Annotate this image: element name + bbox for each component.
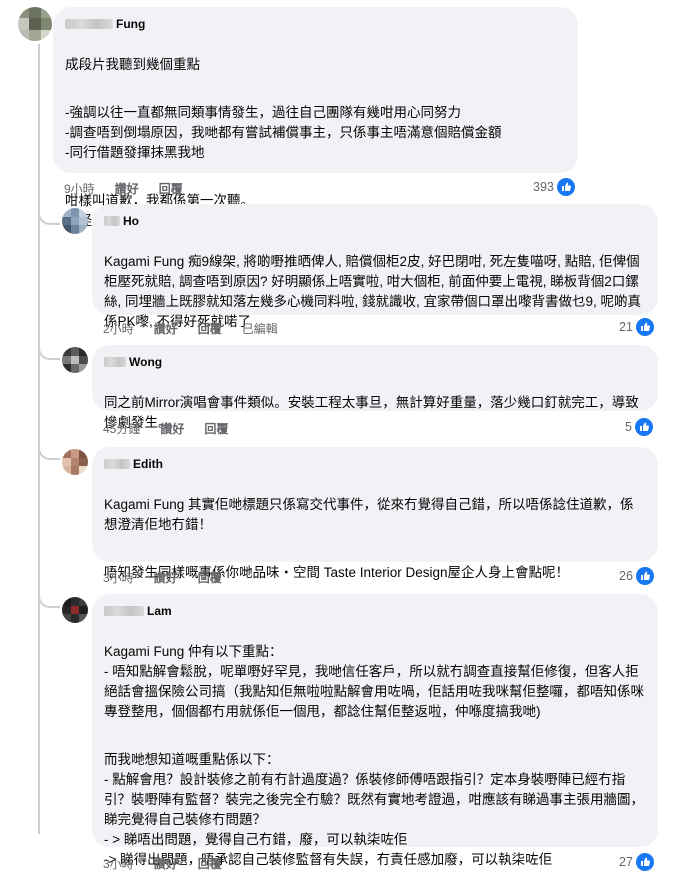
reaction-count[interactable]: 26 bbox=[619, 567, 654, 585]
comment-paragraph: 成段片我聽到幾個重點 bbox=[65, 57, 200, 72]
reaction-number: 21 bbox=[619, 320, 633, 334]
thumbs-up-icon bbox=[635, 567, 654, 585]
comment-bubble: Ho Kagami Fung 痴9線架, 將啲嘢推晒俾人, 賠償個柜2皮, 好巴… bbox=[92, 204, 658, 329]
like-button[interactable]: 讚好 bbox=[154, 855, 178, 872]
thumbs-up-icon bbox=[635, 853, 654, 871]
reaction-count[interactable]: 393 bbox=[533, 178, 575, 196]
redacted-name bbox=[104, 216, 120, 226]
redacted-name bbox=[104, 606, 144, 616]
thumbs-up-icon bbox=[556, 178, 575, 196]
comment-bubble: Lam Kagami Fung 仲有以下重點： - 唔知點解會鬆脫，呢單嘢好罕見… bbox=[92, 594, 658, 867]
redacted-name bbox=[104, 459, 130, 469]
comment-author[interactable]: Edith bbox=[104, 455, 646, 473]
comment-text: Kagami Fung 仲有以下重點： - 唔知點解會鬆脫，呢單嘢好罕見，我哋信… bbox=[104, 622, 646, 890]
author-name: Edith bbox=[133, 457, 163, 471]
comment-actions: 45分鐘 讚好 回覆 bbox=[103, 420, 228, 437]
comment-bubble: Fung 成段片我聽到幾個重點 -強調以往一直都無同類事情發生，過往自己團隊有幾… bbox=[53, 7, 578, 228]
thread-connector bbox=[38, 205, 60, 225]
timestamp: 3小時 bbox=[103, 571, 134, 585]
comment-actions: 2小時 讚好 回覆 已編輯 bbox=[103, 320, 278, 337]
thumbs-up-icon bbox=[634, 418, 653, 436]
avatar[interactable] bbox=[62, 347, 88, 373]
timestamp: 2小時 bbox=[103, 322, 134, 336]
avatar[interactable] bbox=[62, 208, 88, 234]
avatar[interactable] bbox=[18, 7, 52, 41]
comment-actions: 9小時 讚好 回覆 bbox=[64, 180, 183, 197]
author-name: Lam bbox=[147, 604, 172, 618]
timestamp: 3小時 bbox=[103, 857, 134, 871]
thumbs-up-icon bbox=[635, 318, 654, 336]
comment-text: 同之前Mirror演唱會事件類似。安裝工程太事旦，無計算好重量，落少幾口釘就完工… bbox=[104, 373, 646, 453]
reaction-number: 393 bbox=[533, 180, 554, 194]
comment-author[interactable]: Lam bbox=[104, 602, 646, 620]
redacted-name bbox=[65, 19, 113, 29]
reaction-number: 5 bbox=[625, 420, 632, 434]
like-button[interactable]: 讚好 bbox=[154, 569, 178, 586]
avatar[interactable] bbox=[62, 449, 88, 475]
comment-actions: 3小時 讚好 回覆 bbox=[103, 569, 222, 586]
like-button[interactable]: 讚好 bbox=[115, 180, 139, 197]
reply-button[interactable]: 回覆 bbox=[198, 320, 222, 337]
comment-bubble: Wong 同之前Mirror演唱會事件類似。安裝工程太事旦，無計算好重量，落少幾… bbox=[92, 345, 658, 430]
author-name: Ho bbox=[123, 214, 139, 228]
author-name: Wong bbox=[129, 355, 163, 369]
comment-paragraph: -強調以往一直都無同類事情發生，過往自己團隊有幾咁用心同努力 -調查唔到倒塌原因… bbox=[65, 105, 502, 160]
like-button[interactable]: 讚好 bbox=[154, 320, 178, 337]
comment-bubble: Edith Kagami Fung 其實佢哋標題只係寫交代事件，從來冇覺得自己錯… bbox=[92, 447, 658, 644]
avatar[interactable] bbox=[62, 597, 88, 623]
reaction-number: 26 bbox=[619, 569, 633, 583]
reply-button[interactable]: 回覆 bbox=[198, 569, 222, 586]
reaction-count[interactable]: 21 bbox=[619, 318, 654, 336]
author-name: Fung bbox=[116, 17, 146, 31]
comment-paragraph: Kagami Fung 其實佢哋標題只係寫交代事件，從來冇覺得自己錯，所以唔係諗… bbox=[104, 497, 634, 532]
comment-author[interactable]: Fung bbox=[65, 15, 566, 33]
thread-line bbox=[38, 44, 40, 834]
reaction-count[interactable]: 27 bbox=[619, 853, 654, 871]
reply-button[interactable]: 回覆 bbox=[198, 855, 222, 872]
comment-paragraph: Kagami Fung 仲有以下重點： - 唔知點解會鬆脫，呢單嘢好罕見，我哋信… bbox=[104, 644, 644, 719]
comment-actions: 3小時 讚好 回覆 bbox=[103, 855, 222, 872]
reaction-count[interactable]: 5 bbox=[625, 418, 653, 436]
thread-connector bbox=[38, 440, 60, 460]
timestamp: 45分鐘 bbox=[103, 422, 141, 436]
reaction-number: 27 bbox=[619, 855, 633, 869]
like-button[interactable]: 讚好 bbox=[160, 420, 184, 437]
reply-button[interactable]: 回覆 bbox=[204, 420, 228, 437]
reply-button[interactable]: 回覆 bbox=[159, 180, 183, 197]
timestamp: 9小時 bbox=[64, 182, 95, 196]
edited-label: 已編輯 bbox=[241, 322, 278, 336]
comment-author[interactable]: Wong bbox=[104, 353, 646, 371]
comment-author[interactable]: Ho bbox=[104, 212, 646, 230]
thread-connector bbox=[38, 340, 60, 360]
thread-connector bbox=[38, 588, 60, 608]
comment-paragraph: 而我哋想知道嘅重點係以下： - 點解會甩？設計裝修之前有冇計過度過？係裝修師傅唔… bbox=[104, 752, 644, 867]
redacted-name bbox=[104, 357, 126, 367]
